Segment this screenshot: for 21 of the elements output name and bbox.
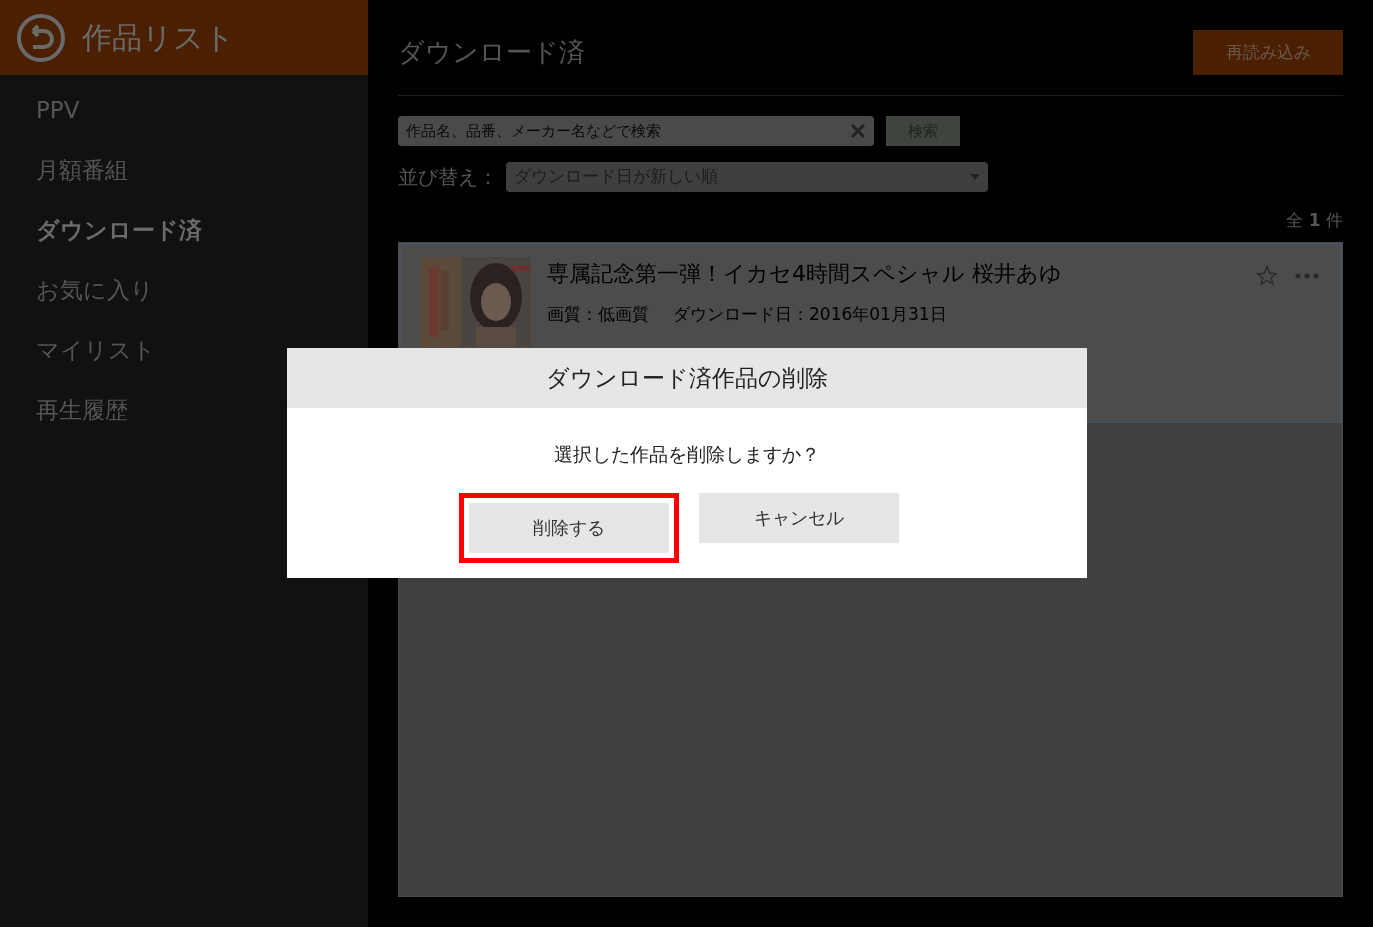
sidebar-item[interactable]: PPV [36,95,332,125]
dialog-button[interactable]: 削除する [469,502,669,553]
page-title: ダウンロード済 [398,36,585,69]
dialog-button[interactable]: キャンセル [699,492,899,543]
sort-label: 並び替え： [398,164,498,191]
item-title: 専属記念第一弾！イカセ4時間スペシャル 桜井あゆ [547,259,1063,288]
star-icon[interactable] [1256,264,1278,287]
caret-icon [970,174,980,180]
search-field[interactable]: 作品名、品番、メーカー名などで検索 [398,116,874,146]
back-icon[interactable] [16,12,66,63]
dialog-title: ダウンロード済作品の削除 [546,363,828,393]
reload-button[interactable]: 再読み込み [1193,30,1343,75]
result-count: 全 1 件 [1286,209,1343,232]
sidebar-item[interactable]: ダウンロード済 [36,215,332,245]
header-title: 作品リスト [82,19,235,57]
clear-icon[interactable] [850,123,866,139]
item-quality: 画質：低画質 [547,302,649,326]
item-date: ダウンロード日：2016年01月31日 [673,302,947,326]
sidebar-item[interactable]: お気に入り [36,275,332,305]
sidebar-item[interactable]: 月額番組 [36,155,332,185]
dialog-message: 選択した作品を削除しますか？ [554,442,820,467]
